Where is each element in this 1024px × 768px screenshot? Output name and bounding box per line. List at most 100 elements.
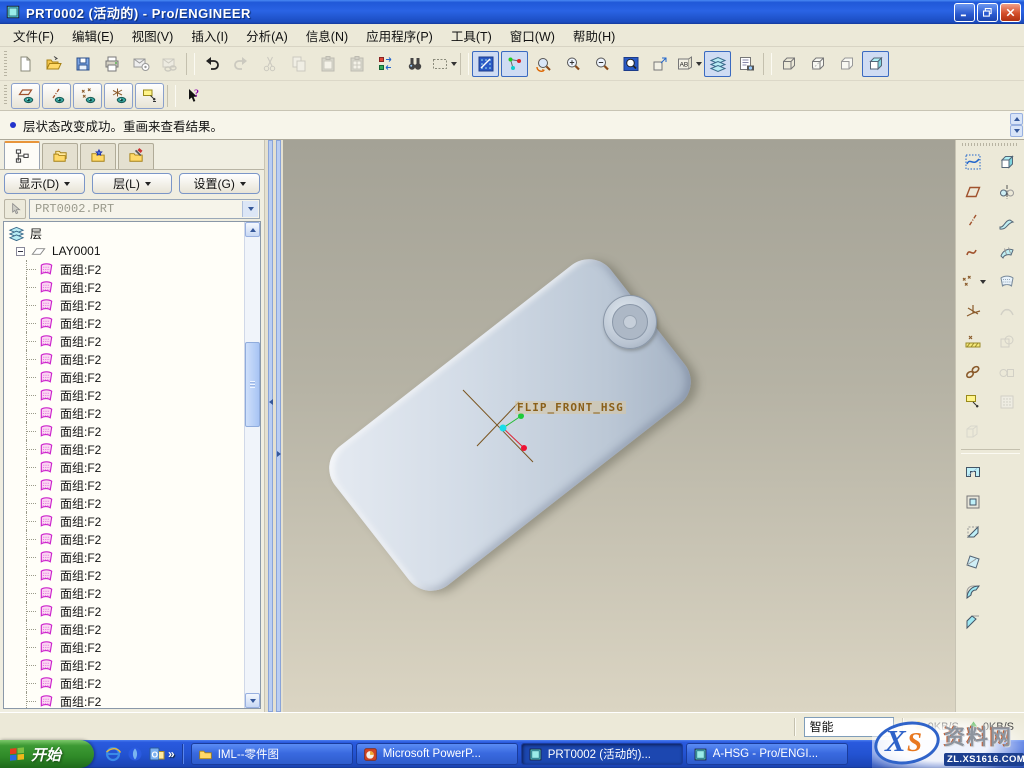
- menu-item-1[interactable]: 编辑(E): [63, 24, 123, 47]
- layer-tree-item[interactable]: 面组:F2: [8, 332, 243, 350]
- scroll-up-icon[interactable]: [1010, 113, 1023, 125]
- hidden-line-button[interactable]: [804, 51, 831, 77]
- restore-button[interactable]: [977, 3, 998, 22]
- chevron-down-icon[interactable]: [242, 201, 258, 217]
- show-menu-button[interactable]: 显示(D): [4, 173, 85, 194]
- layer-tree-item[interactable]: 面组:F2: [8, 566, 243, 584]
- messenger-quicklaunch-icon[interactable]: [126, 745, 144, 763]
- regenerate-button[interactable]: [372, 51, 399, 77]
- annotation-tool-button[interactable]: [959, 388, 988, 415]
- datum-point-tool-button[interactable]: [959, 268, 988, 295]
- refit-button[interactable]: [617, 51, 644, 77]
- scrollbar-thumb[interactable]: [245, 342, 260, 427]
- point-display-button[interactable]: [73, 83, 102, 109]
- link-tool-button[interactable]: [959, 358, 988, 385]
- email-button[interactable]: [127, 51, 154, 77]
- menu-item-8[interactable]: 窗口(W): [501, 24, 564, 47]
- datum-point-tool-dropdown-icon[interactable]: [980, 280, 986, 284]
- datum-axis-tool-button[interactable]: [959, 208, 988, 235]
- undo-button[interactable]: [198, 51, 225, 77]
- layer-menu-button[interactable]: 层(L): [92, 173, 173, 194]
- collapse-right-handle[interactable]: [276, 140, 281, 712]
- datum-plane-tool-button[interactable]: [959, 178, 988, 205]
- menu-item-7[interactable]: 工具(T): [442, 24, 501, 47]
- select-box-button[interactable]: [430, 51, 457, 77]
- layer-tree-item[interactable]: 面组:F2: [8, 476, 243, 494]
- tree-layer-row[interactable]: LAY0001: [8, 242, 243, 260]
- shell-tool-button[interactable]: [959, 488, 988, 515]
- sketch-display-button[interactable]: [472, 51, 499, 77]
- start-button[interactable]: 开始: [0, 740, 94, 768]
- annotation-display-button[interactable]: [135, 83, 164, 109]
- ie-quicklaunch-icon[interactable]: [104, 745, 122, 763]
- layer-tree-item[interactable]: 面组:F2: [8, 512, 243, 530]
- saved-views-dropdown-icon[interactable]: [696, 62, 702, 66]
- layer-tree-item[interactable]: 面组:F2: [8, 404, 243, 422]
- style-tool-button[interactable]: [959, 148, 988, 175]
- tab-model-tree[interactable]: [4, 141, 40, 169]
- layer-tree-item[interactable]: 面组:F2: [8, 314, 243, 332]
- collapse-left-handle[interactable]: [268, 140, 273, 712]
- settings-menu-button[interactable]: 设置(G): [179, 173, 260, 194]
- wireframe-button[interactable]: [775, 51, 802, 77]
- axis-display-button[interactable]: [42, 83, 71, 109]
- open-file-button[interactable]: [40, 51, 67, 77]
- tab-connections[interactable]: [118, 143, 154, 169]
- select-arrow-button[interactable]: [4, 199, 26, 219]
- context-help-button[interactable]: ?: [179, 83, 206, 109]
- paste-special-button[interactable]: [343, 51, 370, 77]
- surface-tool-button[interactable]: [993, 268, 1022, 295]
- plane-display-button[interactable]: [11, 83, 40, 109]
- round-tool-button[interactable]: [959, 578, 988, 605]
- outlook-quicklaunch-icon[interactable]: O: [148, 745, 166, 763]
- menu-item-9[interactable]: 帮助(H): [564, 24, 624, 47]
- layer-tree-item[interactable]: 面组:F2: [8, 494, 243, 512]
- offset-point-tool-button[interactable]: [959, 328, 988, 355]
- tab-favorites[interactable]: [80, 143, 116, 169]
- taskbar-window-button-2[interactable]: PRT0002 (活动的)...: [521, 743, 683, 765]
- layers-button[interactable]: [704, 51, 731, 77]
- collapse-expander-icon[interactable]: [16, 247, 25, 256]
- layer-tree-item[interactable]: 面组:F2: [8, 386, 243, 404]
- orient-mode-button[interactable]: [530, 51, 557, 77]
- layer-tree-item[interactable]: 面组:F2: [8, 260, 243, 278]
- curve-tool-button[interactable]: [959, 238, 988, 265]
- paste-button[interactable]: [314, 51, 341, 77]
- hole-tool-button[interactable]: [959, 458, 988, 485]
- close-button[interactable]: [1000, 3, 1021, 22]
- copy-button[interactable]: [285, 51, 312, 77]
- layer-tree-item[interactable]: 面组:F2: [8, 278, 243, 296]
- menu-item-5[interactable]: 信息(N): [297, 24, 357, 47]
- zoom-in-button[interactable]: [559, 51, 586, 77]
- taskbar-window-button-0[interactable]: IML--零件图: [191, 743, 353, 765]
- layer-tree-item[interactable]: 面组:F2: [8, 620, 243, 638]
- blend-tool-button[interactable]: [993, 238, 1022, 265]
- csys-display-button[interactable]: [104, 83, 133, 109]
- tab-folder-browser[interactable]: [42, 143, 78, 169]
- new-file-button[interactable]: [11, 51, 38, 77]
- revolve-tool-button[interactable]: [993, 178, 1022, 205]
- csys-marker[interactable]: [433, 380, 573, 480]
- layer-tree-item[interactable]: 面组:F2: [8, 692, 243, 708]
- print-button[interactable]: [98, 51, 125, 77]
- quick-launch-overflow[interactable]: »: [168, 747, 175, 761]
- pattern-tool-button[interactable]: [993, 328, 1022, 355]
- menu-item-4[interactable]: 分析(A): [237, 24, 297, 47]
- layer-tree-item[interactable]: 面组:F2: [8, 674, 243, 692]
- model-selector[interactable]: PRT0002.PRT: [29, 199, 260, 219]
- scroll-up-icon[interactable]: [245, 222, 260, 237]
- graphics-viewport[interactable]: FLIP_FRONT_HSG: [283, 140, 955, 712]
- reorient-button[interactable]: [646, 51, 673, 77]
- draft-tool-button[interactable]: [959, 548, 988, 575]
- message-scrollbar[interactable]: [1010, 113, 1023, 137]
- layer-tree-item[interactable]: 面组:F2: [8, 656, 243, 674]
- select-box-dropdown-icon[interactable]: [451, 62, 457, 66]
- shaded-button[interactable]: [862, 51, 889, 77]
- layer-tree-item[interactable]: 面组:F2: [8, 638, 243, 656]
- layer-tree-item[interactable]: 面组:F2: [8, 350, 243, 368]
- menu-item-3[interactable]: 插入(I): [182, 24, 237, 47]
- merge-tool-button[interactable]: [993, 298, 1022, 325]
- saved-views-button[interactable]: AB: [675, 51, 702, 77]
- tree-scrollbar[interactable]: [244, 222, 260, 708]
- layer-tree-item[interactable]: 面组:F2: [8, 368, 243, 386]
